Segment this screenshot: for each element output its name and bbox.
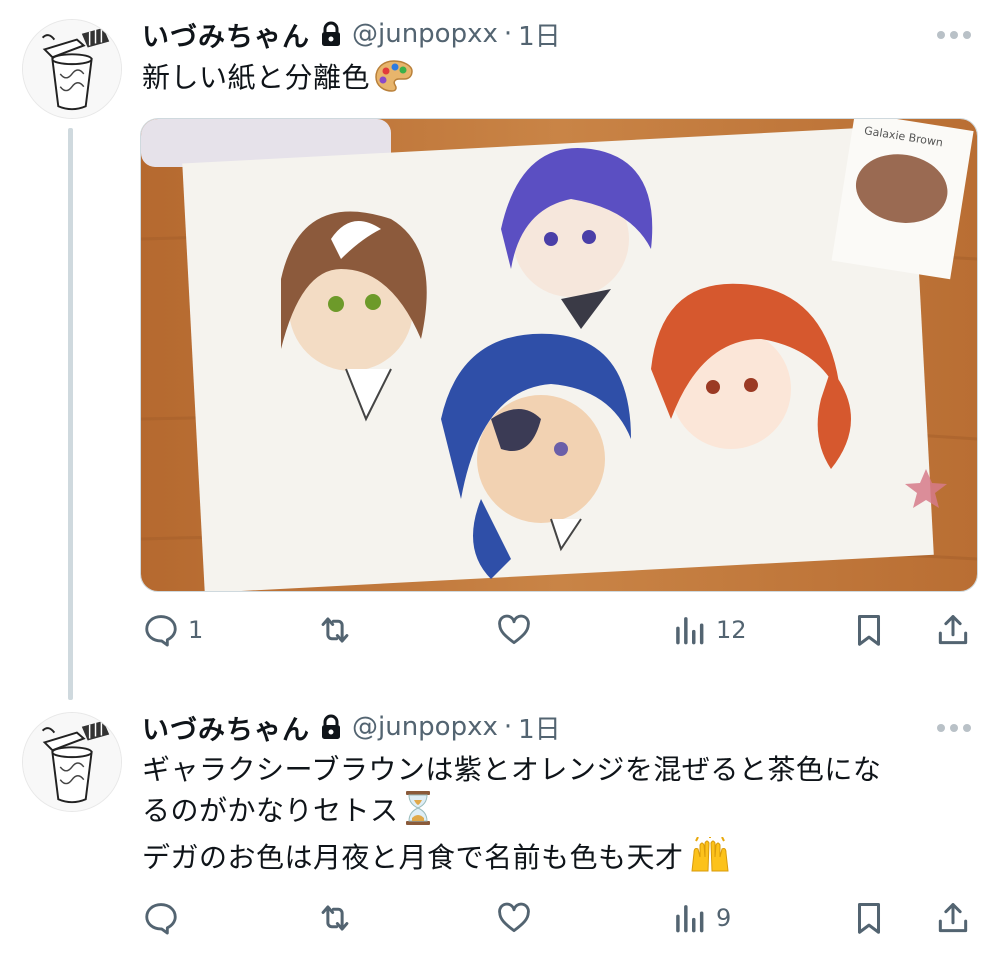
timestamp[interactable]: 1日	[518, 709, 561, 746]
reply-button[interactable]	[142, 896, 188, 940]
raising-hands-icon	[688, 835, 732, 884]
share-button[interactable]	[934, 608, 972, 652]
tweet-text-line: ギャラクシーブラウンは紫とオレンジを混ぜると茶色にな	[142, 753, 882, 786]
bookmark-icon	[857, 903, 881, 934]
tweet-header: いづみちゃん @junpopxx · 1日	[142, 15, 932, 54]
tweet-text-line: るのがかなりセトス	[142, 794, 399, 827]
reply-button[interactable]: 1	[142, 608, 203, 652]
reply-icon	[145, 615, 177, 647]
views-button[interactable]: 12	[670, 608, 747, 652]
heart-icon	[498, 902, 530, 933]
heart-icon	[498, 614, 530, 645]
watercolor-artwork-image: Galaxie Brown	[141, 119, 977, 591]
views-bar-chart-icon	[676, 617, 704, 645]
tweet[interactable]: いづみちゃん @junpopxx · 1日 新しい紙と分離色 Galaxie B…	[0, 0, 1000, 700]
more-options-icon[interactable]	[934, 20, 974, 50]
avatar-illustration	[23, 20, 121, 118]
like-button[interactable]	[495, 896, 541, 940]
bookmark-icon	[857, 615, 881, 646]
display-name[interactable]: いづみちゃん	[142, 708, 310, 747]
timestamp[interactable]: 1日	[518, 16, 561, 53]
avatar[interactable]	[22, 19, 122, 119]
separator-dot: ·	[503, 712, 513, 742]
lock-icon	[320, 714, 342, 740]
retweet-icon	[321, 905, 349, 931]
reply-icon	[145, 903, 177, 935]
avatar[interactable]	[22, 712, 122, 812]
tweet-header: いづみちゃん @junpopxx · 1日	[142, 708, 932, 747]
tweet-actions: 1 12	[140, 608, 976, 652]
hourglass-icon	[403, 790, 433, 837]
thread-connector-line	[68, 128, 73, 700]
tweet[interactable]: いづみちゃん @junpopxx · 1日 ギャラクシーブラウンは紫とオレンジを…	[0, 700, 1000, 970]
view-count: 12	[716, 616, 747, 644]
tweet-text: ギャラクシーブラウンは紫とオレンジを混ぜると茶色にな るのがかなりセトス デガの…	[142, 750, 962, 884]
share-icon	[938, 903, 968, 933]
artist-palette-icon	[374, 59, 414, 104]
tweet-text-line: 新しい紙と分離色	[142, 61, 371, 94]
reply-count: 1	[188, 616, 204, 644]
like-button[interactable]	[495, 608, 541, 652]
tweet-text-line: デガのお色は月夜と月食で名前も色も天才	[142, 841, 684, 874]
retweet-button[interactable]	[316, 896, 362, 940]
share-icon	[938, 615, 968, 645]
user-handle[interactable]: @junpopxx	[352, 712, 498, 742]
views-button[interactable]: 9	[670, 896, 731, 940]
retweet-button[interactable]	[316, 608, 362, 652]
bookmark-button[interactable]	[850, 896, 888, 940]
tweet-image[interactable]: Galaxie Brown	[140, 118, 978, 592]
bookmark-button[interactable]	[850, 608, 888, 652]
share-button[interactable]	[934, 896, 972, 940]
display-name[interactable]: いづみちゃん	[142, 15, 310, 54]
views-bar-chart-icon	[676, 905, 704, 933]
more-options-icon[interactable]	[934, 713, 974, 743]
user-handle[interactable]: @junpopxx	[352, 19, 498, 49]
avatar-illustration	[23, 713, 121, 811]
retweet-icon	[321, 617, 349, 643]
tweet-actions: 9	[140, 896, 976, 940]
tweet-text: 新しい紙と分離色	[142, 58, 962, 104]
separator-dot: ·	[503, 19, 513, 49]
view-count: 9	[716, 904, 732, 932]
lock-icon	[320, 21, 342, 47]
